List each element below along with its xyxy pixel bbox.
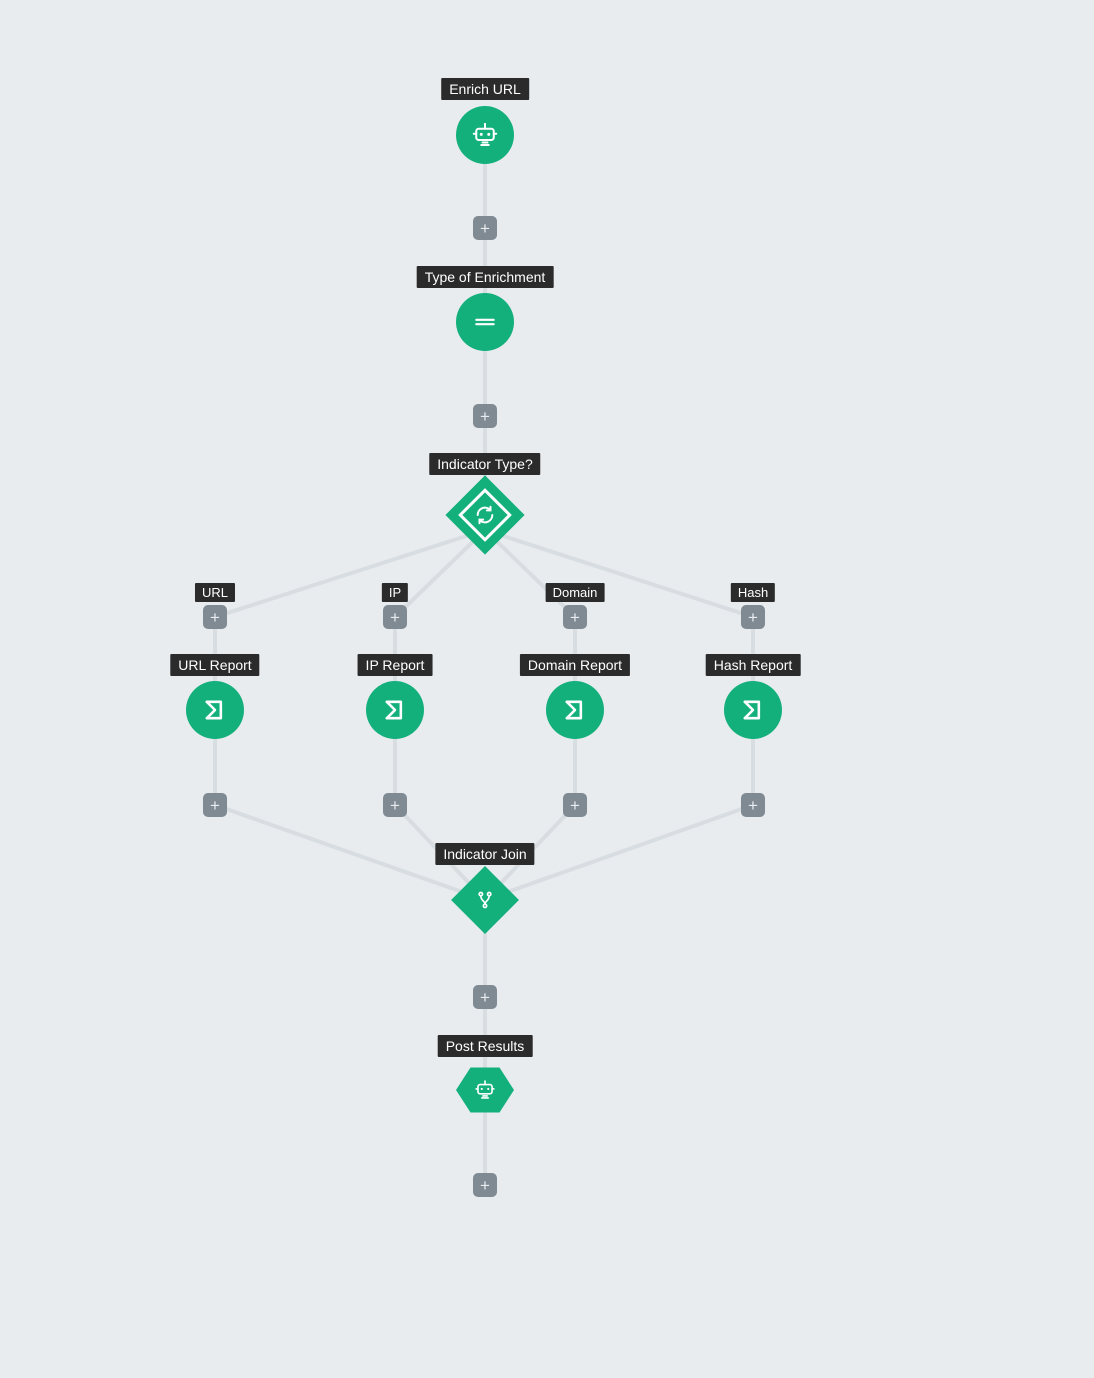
- add-step-button-after-url-report[interactable]: +: [203, 793, 227, 817]
- sigma-icon: [201, 696, 229, 724]
- branch-label-hash: Hash: [731, 583, 775, 602]
- robot-icon: [470, 120, 500, 150]
- add-step-button-branch-ip[interactable]: +: [383, 605, 407, 629]
- node-label-indicator-join: Indicator Join: [435, 843, 534, 865]
- node-type-of-enrichment[interactable]: [456, 293, 514, 351]
- node-label-url-report: URL Report: [170, 654, 259, 676]
- sigma-icon: [381, 696, 409, 724]
- node-domain-report[interactable]: [546, 681, 604, 739]
- node-indicator-type[interactable]: [445, 475, 524, 554]
- add-step-button-after-hash-report[interactable]: +: [741, 793, 765, 817]
- node-url-report[interactable]: [186, 681, 244, 739]
- add-step-button[interactable]: +: [473, 216, 497, 240]
- node-label-domain-report: Domain Report: [520, 654, 630, 676]
- node-label-ip-report: IP Report: [358, 654, 433, 676]
- node-label-indicator-type: Indicator Type?: [429, 453, 540, 475]
- add-step-button[interactable]: +: [473, 404, 497, 428]
- node-label-enrich-url: Enrich URL: [441, 78, 529, 100]
- node-label-post-results: Post Results: [438, 1035, 533, 1057]
- node-post-results[interactable]: [456, 1065, 514, 1115]
- node-ip-report[interactable]: [366, 681, 424, 739]
- node-enrich-url[interactable]: [456, 106, 514, 164]
- sigma-icon: [739, 696, 767, 724]
- workflow-canvas[interactable]: Enrich URL + Type of Enrichment: [0, 0, 1094, 1378]
- merge-icon: [475, 890, 495, 910]
- refresh-icon: [474, 504, 496, 526]
- add-step-button-after-ip-report[interactable]: +: [383, 793, 407, 817]
- branch-label-ip: IP: [382, 583, 408, 602]
- node-indicator-join[interactable]: [451, 866, 519, 934]
- add-step-button-after-domain-report[interactable]: +: [563, 793, 587, 817]
- node-label-hash-report: Hash Report: [706, 654, 801, 676]
- node-label-type-of-enrichment: Type of Enrichment: [417, 266, 554, 288]
- add-step-button-branch-hash[interactable]: +: [741, 605, 765, 629]
- node-hash-report[interactable]: [724, 681, 782, 739]
- robot-icon: [472, 1077, 498, 1103]
- add-step-button-branch-url[interactable]: +: [203, 605, 227, 629]
- menu-icon: [472, 309, 498, 335]
- add-step-button-branch-domain[interactable]: +: [563, 605, 587, 629]
- branch-label-domain: Domain: [546, 583, 605, 602]
- add-step-button-after-join[interactable]: +: [473, 985, 497, 1009]
- edge-layer: [0, 0, 1094, 1378]
- sigma-icon: [561, 696, 589, 724]
- branch-label-url: URL: [195, 583, 235, 602]
- add-step-button-trailing[interactable]: +: [473, 1173, 497, 1197]
